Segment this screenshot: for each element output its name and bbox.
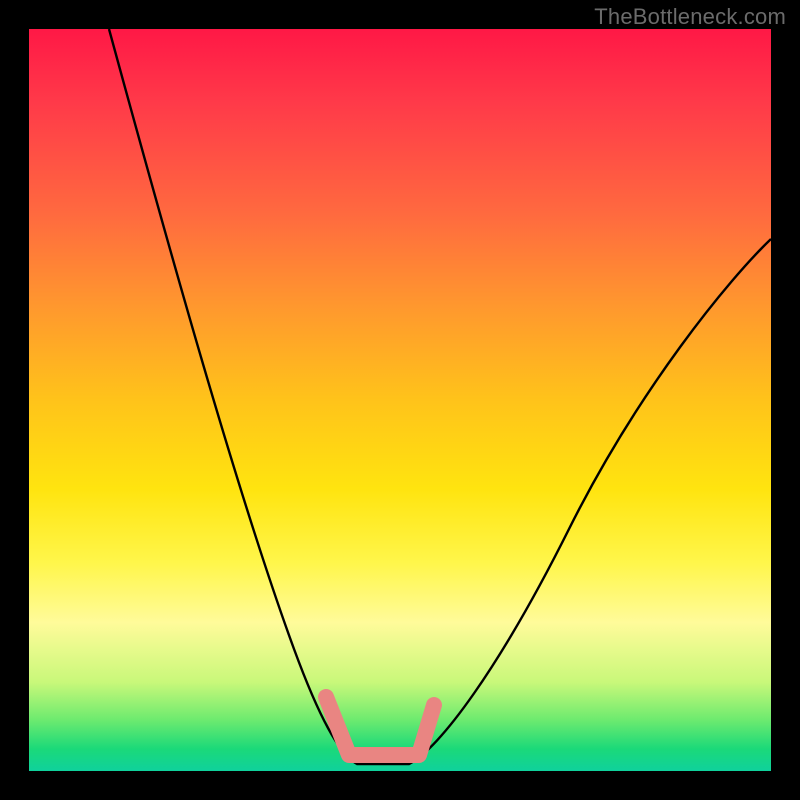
- watermark-text: TheBottleneck.com: [594, 4, 786, 30]
- bottleneck-curve: [109, 29, 771, 764]
- chart-overlay: [29, 29, 771, 771]
- chart-area: [29, 29, 771, 771]
- optimal-range-marker: [326, 697, 434, 755]
